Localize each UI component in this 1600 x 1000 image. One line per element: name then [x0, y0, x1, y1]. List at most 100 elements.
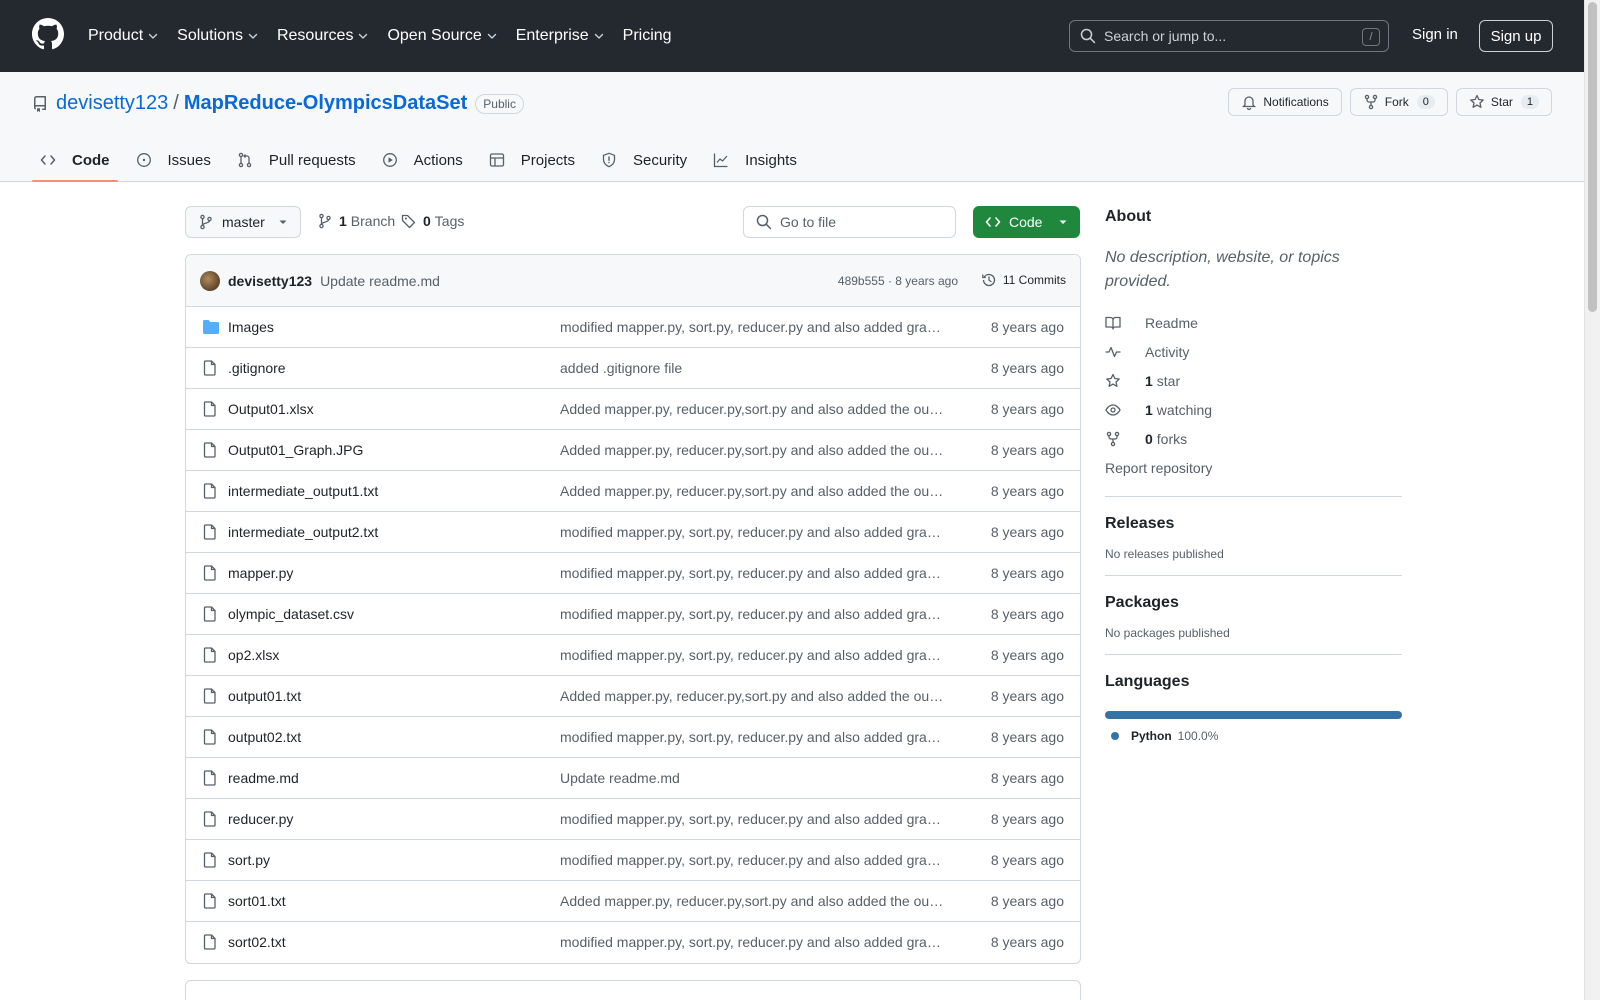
github-logo-icon[interactable]: [32, 18, 64, 50]
packages-heading[interactable]: Packages: [1105, 594, 1402, 612]
tab-security[interactable]: Security: [593, 138, 695, 182]
tab-issues[interactable]: Issues: [128, 138, 219, 182]
file-commit-message-link[interactable]: modified mapper.py, sort.py, reducer.py …: [560, 934, 944, 950]
file-row[interactable]: mapper.py modified mapper.py, sort.py, re…: [186, 553, 1080, 594]
file-name-link[interactable]: sort.py: [228, 852, 270, 868]
tab-insights[interactable]: Insights: [705, 138, 805, 182]
commit-meta[interactable]: 489b555 · 8 years ago: [838, 274, 958, 288]
file-row[interactable]: sort01.txt Added mapper.py, reducer.py,so…: [186, 881, 1080, 922]
file-name-link[interactable]: intermediate_output1.txt: [228, 483, 378, 499]
file-row[interactable]: Output01.xlsx Added mapper.py, reducer.py…: [186, 389, 1080, 430]
branch-label: Branch: [350, 213, 396, 229]
commit-message-link[interactable]: Update readme.md: [320, 273, 440, 289]
file-name-link[interactable]: intermediate_output2.txt: [228, 524, 378, 540]
nav-resources[interactable]: Resources: [277, 27, 369, 45]
commit-author-link[interactable]: devisetty123: [228, 273, 312, 289]
file-name-link[interactable]: op2.xlsx: [228, 647, 279, 663]
file-row[interactable]: sort02.txt modified mapper.py, sort.py, r…: [186, 922, 1080, 963]
search-input[interactable]: Search or jump to... /: [1069, 20, 1389, 52]
file-name-link[interactable]: Output01.xlsx: [228, 401, 314, 417]
bell-icon: [1242, 96, 1257, 110]
sign-up-button[interactable]: Sign up: [1479, 20, 1553, 52]
file-commit-message-link[interactable]: modified mapper.py, sort.py, reducer.py …: [560, 647, 944, 663]
file-commit-time: 8 years ago: [990, 401, 1064, 417]
nav-solutions[interactable]: Solutions: [177, 27, 259, 45]
releases-heading[interactable]: Releases: [1105, 515, 1402, 533]
file-row[interactable]: Images modified mapper.py, sort.py, reduc…: [186, 307, 1080, 348]
avatar[interactable]: [200, 270, 220, 291]
file-commit-message-link[interactable]: Added mapper.py, reducer.py,sort.py and …: [560, 401, 944, 417]
repo-owner-link[interactable]: devisetty123: [56, 92, 168, 115]
file-name-link[interactable]: mapper.py: [228, 565, 293, 581]
file-commit-message-link[interactable]: modified mapper.py, sort.py, reducer.py …: [560, 606, 944, 622]
report-repository-link[interactable]: Report repository: [1105, 453, 1402, 482]
file-row[interactable]: olympic_dataset.csv modified mapper.py, s…: [186, 594, 1080, 635]
about-link-watching[interactable]: 1 watching: [1105, 395, 1402, 424]
commits-history-link[interactable]: 11 Commits: [981, 272, 1066, 288]
about-link-star[interactable]: 1 star: [1105, 366, 1402, 395]
language-item[interactable]: Python 100.0%: [1105, 729, 1402, 743]
about-link-Readme[interactable]: Readme: [1105, 308, 1402, 337]
nav-pricing[interactable]: Pricing: [623, 27, 672, 45]
file-commit-message-link[interactable]: Update readme.md: [560, 770, 944, 786]
code-button[interactable]: Code: [973, 206, 1080, 238]
tab-actions[interactable]: Actions: [374, 138, 471, 182]
file-name-link[interactable]: output02.txt: [228, 729, 301, 745]
book-icon: [1105, 315, 1133, 331]
tab-code[interactable]: Code: [32, 138, 118, 182]
star-button[interactable]: Star 1: [1455, 88, 1552, 116]
file-row[interactable]: Output01_Graph.JPG Added mapper.py, reduc…: [186, 430, 1080, 471]
fork-button[interactable]: Fork 0: [1349, 88, 1448, 116]
file-icon: [202, 606, 218, 622]
file-commit-message-link[interactable]: added .gitignore file: [560, 360, 944, 376]
file-commit-message-link[interactable]: Added mapper.py, reducer.py,sort.py and …: [560, 688, 944, 704]
nav-product[interactable]: Product: [88, 27, 159, 45]
file-commit-message-link[interactable]: modified mapper.py, sort.py, reducer.py …: [560, 565, 944, 581]
file-row[interactable]: readme.md Update readme.md 8 years ago: [186, 758, 1080, 799]
file-commit-message-link[interactable]: modified mapper.py, sort.py, reducer.py …: [560, 524, 944, 540]
file-row[interactable]: .gitignore added .gitignore file 8 years a…: [186, 348, 1080, 389]
file-icon: [202, 893, 218, 909]
nav-enterprise[interactable]: Enterprise: [516, 27, 605, 45]
file-name-link[interactable]: readme.md: [228, 770, 299, 786]
file-name-link[interactable]: Images: [228, 319, 274, 335]
file-name-link[interactable]: output01.txt: [228, 688, 301, 704]
file-name-link[interactable]: sort01.txt: [228, 893, 286, 909]
file-name-link[interactable]: olympic_dataset.csv: [228, 606, 354, 622]
repo-title: devisetty123 / MapReduce-OlympicsDataSet…: [32, 92, 524, 115]
file-name-link[interactable]: Output01_Graph.JPG: [228, 442, 363, 458]
file-commit-message-link[interactable]: modified mapper.py, sort.py, reducer.py …: [560, 811, 944, 827]
file-name-link[interactable]: sort02.txt: [228, 934, 286, 950]
file-name-link[interactable]: .gitignore: [228, 360, 286, 376]
file-row[interactable]: output02.txt modified mapper.py, sort.py,…: [186, 717, 1080, 758]
file-row[interactable]: intermediate_output1.txt Added mapper.py,…: [186, 471, 1080, 512]
file-row[interactable]: reducer.py modified mapper.py, sort.py, r…: [186, 799, 1080, 840]
file-row[interactable]: op2.xlsx modified mapper.py, sort.py, red…: [186, 635, 1080, 676]
go-to-file-input[interactable]: Go to file: [743, 206, 956, 238]
file-commit-message-link[interactable]: Added mapper.py, reducer.py,sort.py and …: [560, 442, 944, 458]
file-commit-message-link[interactable]: modified mapper.py, sort.py, reducer.py …: [560, 852, 944, 868]
file-commit-message-link[interactable]: modified mapper.py, sort.py, reducer.py …: [560, 729, 944, 745]
scrollbar-thumb[interactable]: [1588, 2, 1597, 312]
about-link-forks[interactable]: 0 forks: [1105, 424, 1402, 453]
tags-link[interactable]: 0 Tags: [401, 213, 464, 229]
repo-name-link[interactable]: MapReduce-OlympicsDataSet: [184, 92, 467, 115]
file-commit-message-link[interactable]: Added mapper.py, reducer.py,sort.py and …: [560, 483, 944, 499]
tab-pull-requests[interactable]: Pull requests: [229, 138, 364, 182]
branch-selector[interactable]: master: [185, 206, 301, 238]
file-name-link[interactable]: reducer.py: [228, 811, 293, 827]
nav-open-source[interactable]: Open Source: [387, 27, 497, 45]
repo-header: devisetty123 / MapReduce-OlympicsDataSet…: [0, 72, 1584, 182]
about-link-Activity[interactable]: Activity: [1105, 337, 1402, 366]
file-row[interactable]: intermediate_output2.txt modified mapper.…: [186, 512, 1080, 553]
tab-projects[interactable]: Projects: [481, 138, 583, 182]
file-row[interactable]: sort.py modified mapper.py, sort.py, redu…: [186, 840, 1080, 881]
file-row[interactable]: output01.txt Added mapper.py, reducer.py,…: [186, 676, 1080, 717]
page-scrollbar[interactable]: [1584, 0, 1600, 1000]
file-commit-message-link[interactable]: Added mapper.py, reducer.py,sort.py and …: [560, 893, 944, 909]
notifications-button[interactable]: Notifications: [1228, 88, 1342, 116]
file-commit-message-link[interactable]: modified mapper.py, sort.py, reducer.py …: [560, 319, 944, 335]
branches-link[interactable]: 1 Branch: [317, 213, 395, 229]
branch-count: 1: [339, 213, 347, 229]
sign-in-link[interactable]: Sign in: [1412, 26, 1458, 43]
